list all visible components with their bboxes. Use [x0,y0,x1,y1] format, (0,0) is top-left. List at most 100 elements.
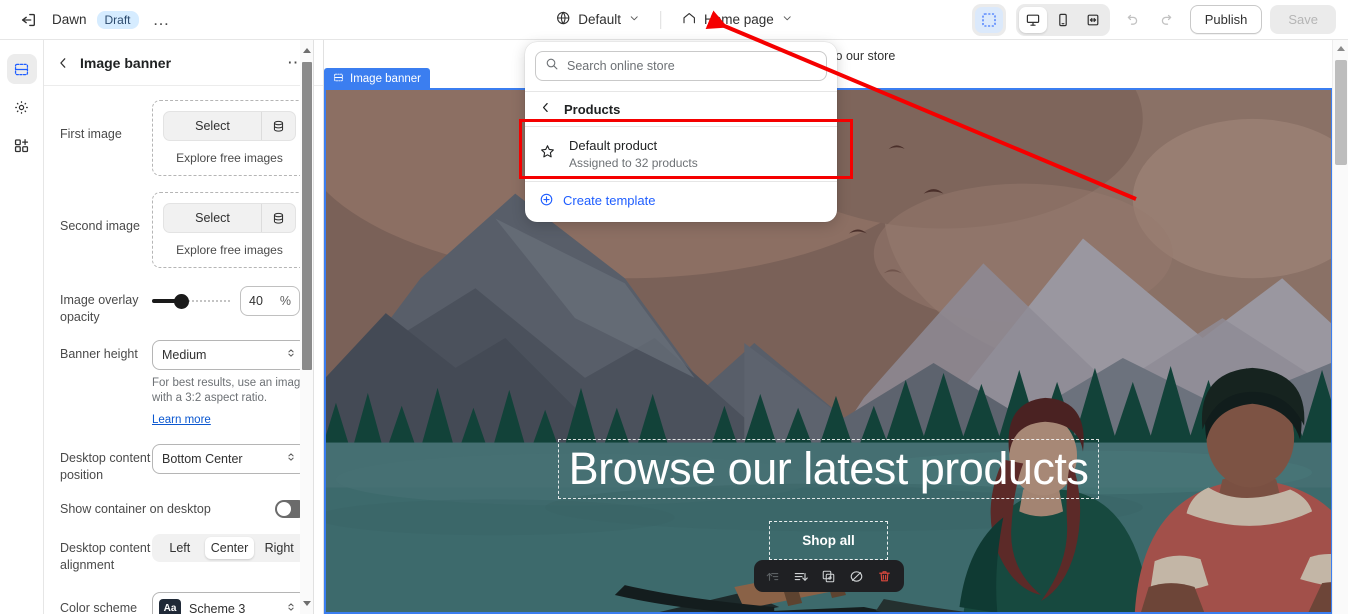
hero-heading[interactable]: Browse our latest products [557,439,1100,499]
inspector-group [971,3,1006,36]
create-template-button[interactable]: Create template [525,182,837,222]
dropdown-search-wrap [525,42,837,91]
save-button[interactable]: Save [1270,5,1336,34]
plus-circle-icon [539,192,554,210]
scroll-down-arrow[interactable] [303,601,311,606]
preview-scroll-thumb[interactable] [1335,60,1347,165]
show-container-label: Show container on desktop [60,501,211,516]
color-scheme-value: Scheme 3 [189,601,246,614]
media-library-icon[interactable] [261,204,295,232]
cursor-select-icon[interactable] [974,6,1003,33]
preview-scroll-up-arrow[interactable] [1337,46,1345,51]
opacity-input[interactable]: 40 % [240,286,300,316]
slider-handle[interactable] [174,294,189,309]
scroll-up-arrow[interactable] [303,48,311,53]
image-overlay-opacity-row: Image overlay opacity 40 % [60,286,307,326]
color-scheme-select[interactable]: Aa Scheme 3 [152,591,307,614]
chevron-left-icon[interactable] [539,101,552,117]
preview-scrollbar[interactable] [1332,40,1348,614]
move-up-icon[interactable] [760,563,786,589]
second-image-picker: Select Explore free images [152,192,307,268]
panel-header: Image banner ⋯ [44,40,323,86]
redo-icon[interactable] [1154,6,1182,34]
list-item-default-product[interactable]: Default product Assigned to 32 products [525,127,837,181]
search-input[interactable] [567,59,817,73]
sidebar-scroll-thumb[interactable] [302,62,312,370]
duplicate-icon[interactable] [816,563,842,589]
page-selector[interactable]: Home page [673,5,801,34]
home-icon [681,10,697,29]
page-template-dropdown: Products Default product Assigned to 32 … [525,42,837,222]
chevron-updown-icon [285,600,297,614]
slider-track [184,300,230,302]
top-toolbar: Dawn Draft … Default Home page Publish S… [0,0,1348,40]
topbar-left-group: Dawn Draft … [0,6,175,34]
first-image-explore-link[interactable]: Explore free images [163,151,296,165]
chevron-updown-icon [285,346,297,364]
banner-height-select[interactable]: Medium [152,339,307,370]
sidebar-item-apps[interactable] [7,130,37,160]
create-template-label: Create template [563,193,656,209]
content-position-row: Desktop content position Bottom Center [60,444,307,484]
sidebar-item-theme-settings[interactable] [7,92,37,122]
banner-height-row: Banner height Medium For best results, u… [60,339,307,429]
locale-selector[interactable]: Default [547,5,648,34]
content-position-value: Bottom Center [162,452,243,467]
mobile-icon[interactable] [1049,7,1077,33]
banner-height-helper: For best results, use an image with a 3:… [152,376,307,405]
exit-icon[interactable] [14,6,42,34]
theme-name: Dawn [52,12,87,27]
shop-all-button[interactable]: Shop all [769,521,888,560]
second-image-select-button[interactable]: Select [164,204,261,232]
viewport-switcher [1015,3,1110,36]
image-overlay-opacity-label: Image overlay opacity [60,293,139,324]
block-action-toolbar [753,560,904,592]
color-scheme-label: Color scheme [60,601,138,614]
chevron-updown-icon [285,450,297,468]
left-icon-rail [0,40,44,614]
publish-button[interactable]: Publish [1189,5,1263,34]
media-library-icon[interactable] [261,112,295,140]
section-settings-panel: Image banner ⋯ First image Select Explor… [44,40,324,614]
undo-icon[interactable] [1118,6,1146,34]
first-image-select-group: Select [163,111,296,141]
search-field[interactable] [535,51,827,81]
globe-icon [555,10,571,29]
content-position-label: Desktop content position [60,451,151,483]
alignment-option-left[interactable]: Left [155,537,205,559]
second-image-explore-link[interactable]: Explore free images [163,243,296,257]
fullwidth-icon[interactable] [1079,7,1107,33]
banner-height-value: Medium [162,347,207,362]
alignment-option-right[interactable]: Right [254,537,304,559]
second-image-select-group: Select [163,203,296,233]
section-label-tag: Image banner [324,68,430,90]
breadcrumb[interactable]: Products [525,92,837,126]
move-down-icon[interactable] [788,563,814,589]
opacity-slider[interactable] [152,292,230,310]
desktop-icon[interactable] [1018,6,1047,33]
first-image-label: First image [60,127,122,141]
color-scheme-swatch: Aa [159,598,181,614]
page-label: Home page [703,12,774,27]
learn-more-link[interactable]: Learn more [152,414,211,426]
first-image-row: First image Select Explore free images [60,100,307,176]
page-title: Image banner [80,54,172,71]
star-icon [539,143,556,165]
sidebar-scrollbar[interactable] [300,40,314,614]
alignment-option-center[interactable]: Center [204,537,255,560]
chevron-left-icon[interactable] [56,56,70,70]
section-label-text: Image banner [350,73,421,85]
list-item-title: Default product [569,138,658,153]
theme-more-button[interactable]: … [149,11,175,28]
content-position-select[interactable]: Bottom Center [152,444,307,475]
content-alignment-segmented: Left Center Right [152,534,307,563]
search-icon [545,57,559,76]
hide-icon[interactable] [844,563,870,589]
chevron-down-icon [628,12,640,27]
first-image-select-button[interactable]: Select [164,112,261,140]
delete-icon[interactable] [872,563,898,589]
chevron-down-icon [781,12,793,27]
banner-height-label: Banner height [60,346,138,361]
locale-label: Default [578,12,621,27]
sidebar-item-sections[interactable] [6,54,37,84]
